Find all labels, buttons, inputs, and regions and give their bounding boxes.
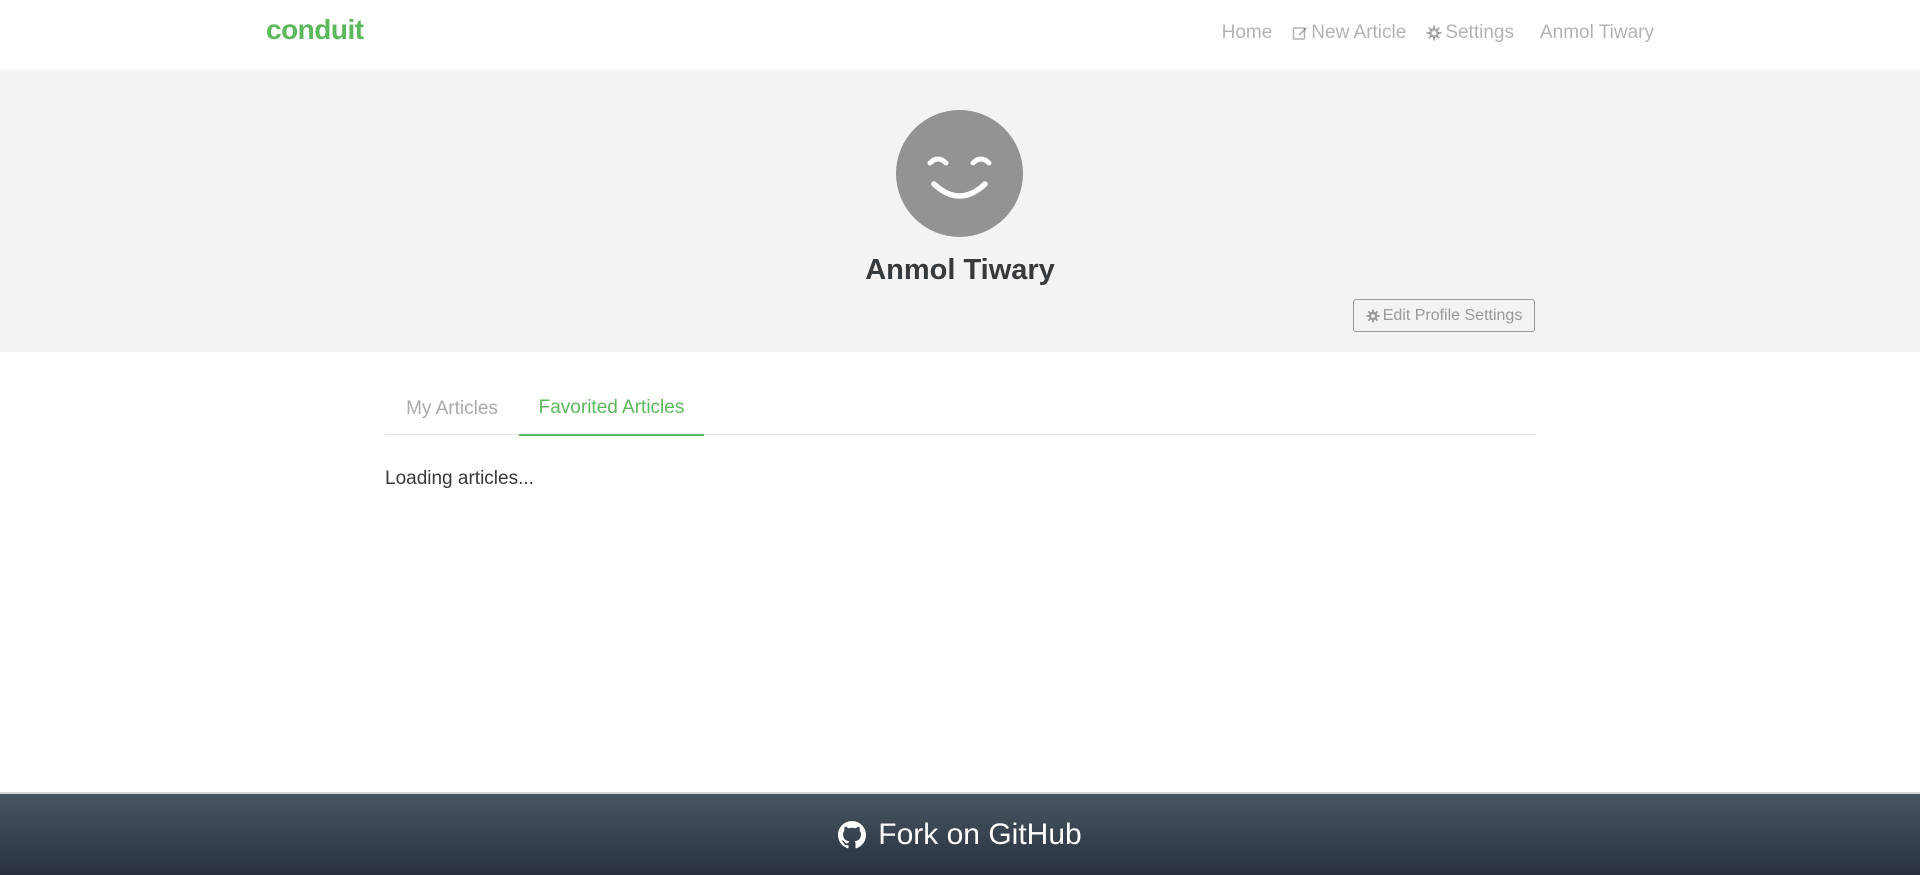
articles-toggle-tabs: My Articles Favorited Articles <box>385 382 1536 436</box>
tab-favorited-articles[interactable]: Favorited Articles <box>519 382 704 436</box>
nav-settings-label: Settings <box>1445 22 1514 43</box>
fork-on-github-link[interactable]: Fork on GitHub <box>0 792 1920 875</box>
profile-username: Anmol Tiwary <box>865 254 1055 286</box>
nav-new-article-label: New Article <box>1311 22 1407 43</box>
nav-new-article-link[interactable]: New Article <box>1292 22 1406 44</box>
smiley-avatar-icon <box>896 110 1023 237</box>
navbar: conduit Home New Article Settings Anmol … <box>0 0 1920 70</box>
nav-home-link[interactable]: Home <box>1222 22 1273 44</box>
edit-icon <box>1292 25 1308 41</box>
edit-profile-settings-button[interactable]: Edit Profile Settings <box>1353 299 1535 332</box>
nav-settings-link[interactable]: Settings <box>1426 22 1514 44</box>
tab-my-articles[interactable]: My Articles <box>385 382 519 435</box>
profile-banner: Anmol Tiwary Edit Profile Settings <box>0 70 1920 352</box>
edit-profile-settings-label: Edit Profile Settings <box>1382 306 1523 324</box>
brand-logo-link[interactable]: conduit <box>266 14 364 46</box>
fork-on-github-label: Fork on GitHub <box>878 817 1082 851</box>
github-icon <box>838 820 867 849</box>
nav-user-profile-link[interactable]: Anmol Tiwary <box>1540 22 1654 44</box>
gear-icon <box>1426 25 1442 41</box>
gear-icon <box>1366 308 1380 323</box>
nav-links: Home New Article Settings Anmol Tiwary <box>1202 22 1654 44</box>
nav-user-label: Anmol Tiwary <box>1539 22 1654 43</box>
loading-status-text: Loading articles... <box>385 468 534 489</box>
nav-home-label: Home <box>1221 22 1273 43</box>
